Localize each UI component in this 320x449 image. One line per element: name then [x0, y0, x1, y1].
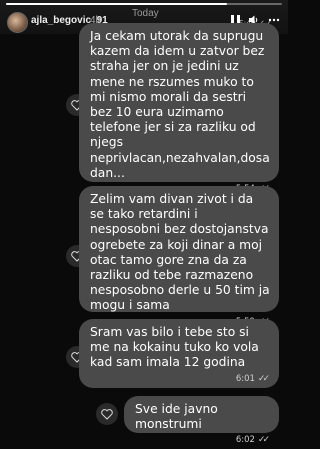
message-time: 6:01 — [235, 373, 255, 384]
message-meta: 6:01 ✓✓ — [90, 372, 270, 387]
heart-icon[interactable] — [96, 403, 118, 425]
day-label: Today — [132, 8, 159, 19]
message-time: 6:02 — [235, 435, 255, 446]
message-bubble[interactable]: Sve ide javno monstrumi 6:02 ✓✓ — [124, 396, 279, 445]
message-bubble[interactable]: Ja cekam utorak da suprugu kazem da idem… — [79, 23, 279, 194]
story-progress-bar — [6, 3, 282, 5]
message-text: Sve ide javno monstrumi — [135, 402, 218, 432]
avatar[interactable] — [7, 12, 28, 33]
double-check-icon: ✓✓ — [257, 373, 270, 384]
message-text: Ja cekam utorak da suprugu kazem da idem… — [90, 29, 270, 180]
story-progress-fill — [6, 3, 227, 5]
double-check-icon: ✓✓ — [257, 435, 270, 446]
message-text: Zelim vam divan zivot i da se tako retar… — [90, 192, 270, 313]
more-icon[interactable] — [268, 18, 280, 22]
message-bubble[interactable]: Sram vas bilo i tebe sto si me na kokain… — [79, 319, 279, 388]
message-text: Sram vas bilo i tebe sto si me na kokain… — [90, 325, 259, 370]
message-meta: 6:02 ✓✓ — [135, 433, 270, 448]
message-bubble[interactable]: Zelim vam divan zivot i da se tako retar… — [79, 186, 279, 327]
